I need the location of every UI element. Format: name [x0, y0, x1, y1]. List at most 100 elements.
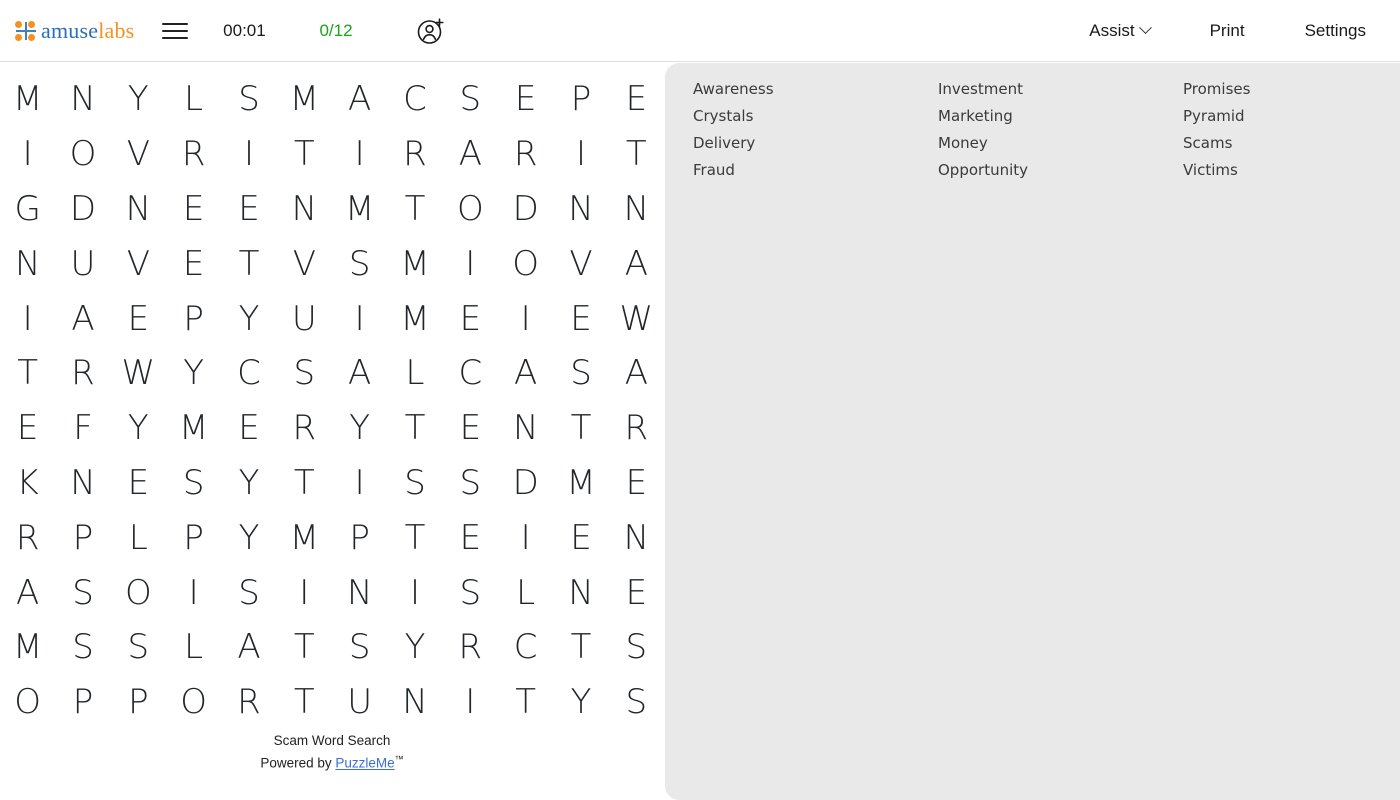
grid-cell-5-10[interactable]: S — [553, 346, 608, 401]
puzzleme-link[interactable]: PuzzleMe — [335, 756, 394, 771]
grid-cell-10-7[interactable]: Y — [387, 620, 442, 675]
grid-cell-2-5[interactable]: N — [277, 182, 332, 237]
grid-cell-7-1[interactable]: N — [55, 456, 110, 511]
grid-cell-7-8[interactable]: S — [443, 456, 498, 511]
grid-cell-9-8[interactable]: S — [443, 565, 498, 620]
grid-cell-1-9[interactable]: R — [498, 127, 553, 182]
grid-cell-3-0[interactable]: N — [0, 236, 55, 291]
grid-cell-7-0[interactable]: K — [0, 456, 55, 511]
word-list-item[interactable]: Money — [938, 130, 1183, 157]
hamburger-menu-icon[interactable] — [162, 20, 189, 42]
grid-cell-0-8[interactable]: S — [443, 72, 498, 127]
grid-cell-8-0[interactable]: R — [0, 510, 55, 565]
grid-cell-3-4[interactable]: T — [221, 236, 276, 291]
grid-cell-8-5[interactable]: M — [277, 510, 332, 565]
grid-cell-8-11[interactable]: N — [609, 510, 664, 565]
grid-cell-7-3[interactable]: S — [166, 456, 221, 511]
grid-cell-8-3[interactable]: P — [166, 510, 221, 565]
grid-cell-1-3[interactable]: R — [166, 127, 221, 182]
grid-cell-7-10[interactable]: M — [553, 456, 608, 511]
grid-cell-7-4[interactable]: Y — [221, 456, 276, 511]
grid-cell-9-1[interactable]: S — [55, 565, 110, 620]
grid-cell-4-11[interactable]: W — [609, 291, 664, 346]
grid-cell-1-10[interactable]: I — [553, 127, 608, 182]
grid-cell-9-11[interactable]: E — [609, 565, 664, 620]
grid-cell-2-10[interactable]: N — [553, 182, 608, 237]
grid-cell-4-9[interactable]: I — [498, 291, 553, 346]
grid-cell-3-2[interactable]: V — [111, 236, 166, 291]
grid-cell-6-5[interactable]: R — [277, 401, 332, 456]
grid-cell-2-3[interactable]: E — [166, 182, 221, 237]
grid-cell-2-1[interactable]: D — [55, 182, 110, 237]
grid-cell-0-4[interactable]: S — [221, 72, 276, 127]
grid-cell-9-7[interactable]: I — [387, 565, 442, 620]
grid-cell-3-5[interactable]: V — [277, 236, 332, 291]
grid-cell-10-2[interactable]: S — [111, 620, 166, 675]
grid-cell-7-7[interactable]: S — [387, 456, 442, 511]
grid-cell-1-11[interactable]: T — [609, 127, 664, 182]
grid-cell-7-9[interactable]: D — [498, 456, 553, 511]
grid-cell-8-6[interactable]: P — [332, 510, 387, 565]
grid-cell-4-1[interactable]: A — [55, 291, 110, 346]
grid-cell-0-0[interactable]: M — [0, 72, 55, 127]
grid-cell-9-4[interactable]: S — [221, 565, 276, 620]
grid-cell-2-9[interactable]: D — [498, 182, 553, 237]
grid-cell-5-5[interactable]: S — [277, 346, 332, 401]
grid-cell-10-10[interactable]: T — [553, 620, 608, 675]
grid-cell-2-2[interactable]: N — [111, 182, 166, 237]
grid-cell-5-7[interactable]: L — [387, 346, 442, 401]
grid-cell-3-6[interactable]: S — [332, 236, 387, 291]
grid-cell-2-0[interactable]: G — [0, 182, 55, 237]
grid-cell-4-7[interactable]: M — [387, 291, 442, 346]
grid-cell-5-9[interactable]: A — [498, 346, 553, 401]
word-list-item[interactable]: Investment — [938, 76, 1183, 103]
grid-cell-9-6[interactable]: N — [332, 565, 387, 620]
grid-cell-10-11[interactable]: S — [609, 620, 664, 675]
grid-cell-3-7[interactable]: M — [387, 236, 442, 291]
word-list-item[interactable]: Pyramid — [1183, 103, 1373, 130]
grid-cell-0-2[interactable]: Y — [111, 72, 166, 127]
grid-cell-11-2[interactable]: P — [111, 675, 166, 730]
word-list-item[interactable]: Delivery — [693, 130, 938, 157]
grid-cell-5-4[interactable]: C — [221, 346, 276, 401]
grid-cell-4-8[interactable]: E — [443, 291, 498, 346]
grid-cell-5-8[interactable]: C — [443, 346, 498, 401]
grid-cell-8-2[interactable]: L — [111, 510, 166, 565]
assist-menu-button[interactable]: Assist — [1079, 15, 1159, 47]
grid-cell-1-1[interactable]: O — [55, 127, 110, 182]
grid-cell-9-0[interactable]: A — [0, 565, 55, 620]
grid-cell-4-4[interactable]: Y — [221, 291, 276, 346]
grid-cell-11-7[interactable]: N — [387, 675, 442, 730]
word-list-item[interactable]: Opportunity — [938, 157, 1183, 184]
settings-button[interactable]: Settings — [1295, 15, 1376, 47]
grid-cell-9-10[interactable]: N — [553, 565, 608, 620]
grid-cell-1-5[interactable]: T — [277, 127, 332, 182]
grid-cell-10-8[interactable]: R — [443, 620, 498, 675]
grid-cell-3-10[interactable]: V — [553, 236, 608, 291]
grid-cell-1-0[interactable]: I — [0, 127, 55, 182]
grid-cell-6-2[interactable]: Y — [111, 401, 166, 456]
word-list-item[interactable]: Crystals — [693, 103, 938, 130]
grid-cell-2-11[interactable]: N — [609, 182, 664, 237]
grid-cell-0-3[interactable]: L — [166, 72, 221, 127]
grid-cell-11-10[interactable]: Y — [553, 675, 608, 730]
grid-cell-2-8[interactable]: O — [443, 182, 498, 237]
grid-cell-9-2[interactable]: O — [111, 565, 166, 620]
grid-cell-6-6[interactable]: Y — [332, 401, 387, 456]
grid-cell-10-1[interactable]: S — [55, 620, 110, 675]
grid-cell-5-2[interactable]: W — [111, 346, 166, 401]
grid-cell-6-11[interactable]: R — [609, 401, 664, 456]
word-list-item[interactable]: Awareness — [693, 76, 938, 103]
grid-cell-1-7[interactable]: R — [387, 127, 442, 182]
grid-cell-9-5[interactable]: I — [277, 565, 332, 620]
grid-cell-0-11[interactable]: E — [609, 72, 664, 127]
grid-cell-4-0[interactable]: I — [0, 291, 55, 346]
grid-cell-8-8[interactable]: E — [443, 510, 498, 565]
grid-cell-7-2[interactable]: E — [111, 456, 166, 511]
grid-cell-10-4[interactable]: A — [221, 620, 276, 675]
grid-cell-8-10[interactable]: E — [553, 510, 608, 565]
grid-cell-6-7[interactable]: T — [387, 401, 442, 456]
grid-cell-8-1[interactable]: P — [55, 510, 110, 565]
grid-cell-9-3[interactable]: I — [166, 565, 221, 620]
grid-cell-0-6[interactable]: A — [332, 72, 387, 127]
